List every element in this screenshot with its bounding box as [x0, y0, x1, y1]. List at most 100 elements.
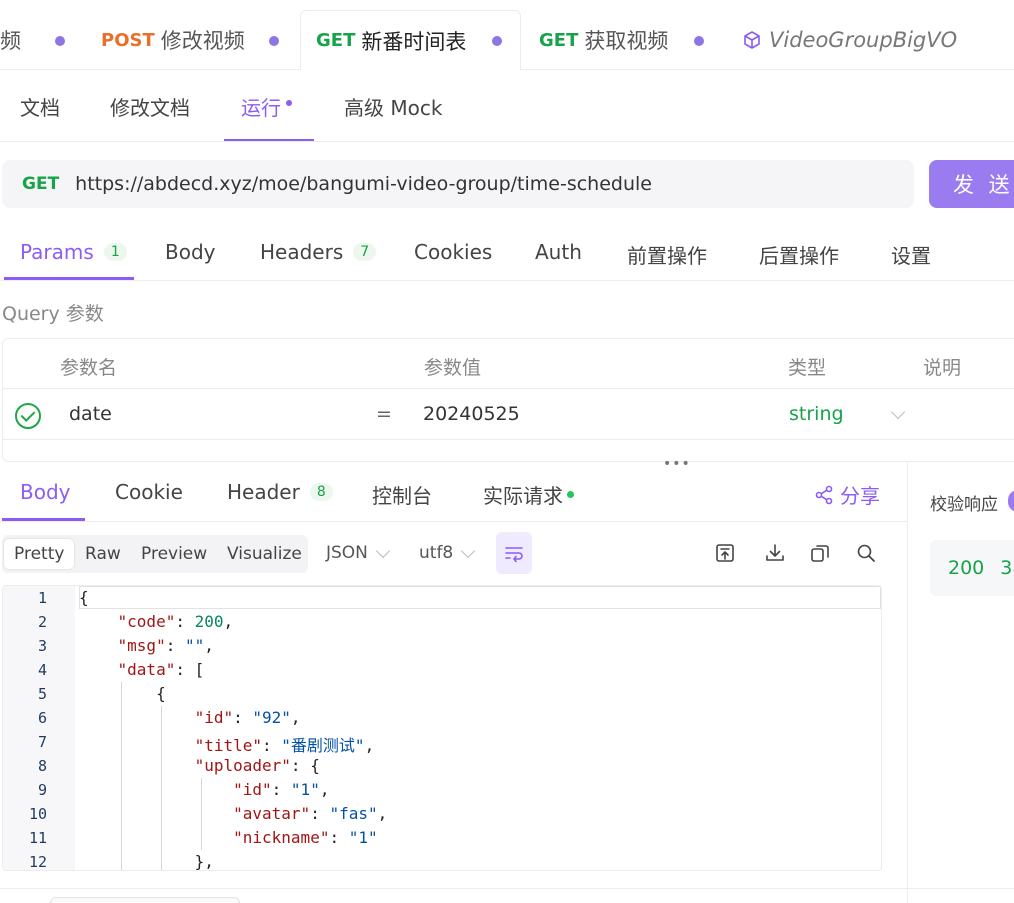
line-number: 5 — [37, 685, 47, 703]
tab-label: 新番时间表 — [361, 29, 467, 54]
tab-post-modify-video[interactable]: POST 修改视频 — [101, 10, 245, 70]
response-tab-actual-request-label: 实际请求 — [483, 484, 563, 508]
panel-resize-handle[interactable]: ••• — [663, 456, 691, 472]
tab-label: 获取视频 — [584, 29, 669, 53]
view-mode-preview[interactable]: Preview — [141, 539, 207, 569]
modified-dot-icon — [286, 99, 292, 106]
tab-auth[interactable]: Auth — [535, 240, 582, 264]
encoding-select[interactable]: utf8 — [419, 543, 476, 563]
code-line: "id": "1", — [233, 780, 330, 799]
chevron-down-icon — [375, 543, 390, 558]
status-dot-icon — [567, 491, 574, 498]
response-tab-header-label: Header — [227, 480, 300, 504]
view-mode-visualize[interactable]: Visualize — [227, 539, 302, 569]
tab-get-time-schedule[interactable]: GET 新番时间表 — [300, 10, 521, 70]
subtab-edit-docs[interactable]: 修改文档 — [110, 92, 190, 121]
subtab-docs[interactable]: 文档 — [20, 92, 60, 121]
param-value-input[interactable]: 20240525 — [423, 403, 520, 425]
line-number: 7 — [37, 733, 47, 751]
code-line: "avatar": "fas", — [233, 804, 388, 823]
response-tab-console[interactable]: 控制台 — [372, 480, 432, 509]
code-line: { — [79, 684, 166, 703]
code-line: }, — [79, 852, 214, 871]
tab-label: VideoGroupBigVO — [769, 28, 958, 52]
row-divider — [3, 439, 1014, 440]
line-number: 4 — [37, 661, 47, 679]
search-icon[interactable] — [855, 542, 877, 564]
tab-get-video[interactable]: GET 获取视频 — [539, 10, 668, 70]
url-input[interactable]: GET https://abdecd.xyz/moe/bangumi-video… — [2, 160, 914, 208]
chevron-down-icon — [890, 404, 906, 420]
method-badge: POST — [101, 29, 155, 51]
request-tab-bar: 频 POST 修改视频 GET 新番时间表 GET 获取视频 VideoGrou… — [0, 0, 1014, 70]
tab-body[interactable]: Body — [165, 240, 216, 264]
table-header: 参数名 参数值 类型 说明 — [3, 339, 1014, 389]
share-label: 分享 — [840, 484, 880, 508]
line-number: 9 — [37, 781, 47, 799]
response-body-viewer[interactable]: 1 2 3 4 5 6 7 8 9 10 11 12 { "code": 200… — [2, 585, 882, 871]
word-wrap-button[interactable] — [496, 532, 532, 574]
tab-video-partial[interactable]: 频 — [0, 10, 21, 70]
line-number: 1 — [37, 589, 47, 607]
open-in-new-icon[interactable] — [714, 542, 736, 564]
header-count-badge: 8 — [309, 483, 333, 501]
code-line: "msg": "", — [117, 636, 214, 655]
tab-label: 修改视频 — [160, 29, 245, 53]
view-mode-raw[interactable]: Raw — [85, 539, 121, 569]
download-icon[interactable] — [764, 542, 786, 564]
tab-headers[interactable]: Headers 7 — [260, 240, 377, 264]
divider — [0, 888, 1014, 889]
column-header-value: 参数值 — [424, 357, 482, 379]
tab-params-label: Params — [20, 240, 94, 264]
send-button[interactable]: 发 送 — [929, 160, 1014, 208]
tab-headers-label: Headers — [260, 240, 344, 264]
bottom-tab-partial[interactable] — [50, 897, 240, 903]
unsaved-dot-icon — [492, 36, 502, 46]
response-tab-header[interactable]: Header 8 — [227, 480, 333, 504]
current-line-highlight — [79, 586, 881, 609]
verify-response-label: 校验响应 — [930, 495, 998, 515]
encoding-value: utf8 — [419, 543, 454, 563]
format-select[interactable]: JSON — [326, 543, 390, 563]
view-mode-pretty[interactable]: Pretty — [4, 539, 75, 569]
response-tab-body[interactable]: Body — [20, 480, 71, 504]
tab-cookies[interactable]: Cookies — [414, 240, 492, 264]
tab-schema-videogroupbigvo[interactable]: VideoGroupBigVO — [742, 10, 957, 70]
subtab-run[interactable]: 运行 — [241, 92, 292, 121]
panel-divider — [907, 462, 908, 903]
line-number-gutter: 1 2 3 4 5 6 7 8 9 10 11 12 — [3, 586, 75, 870]
column-header-description: 说明 — [923, 357, 962, 379]
share-icon — [815, 485, 833, 504]
code-line: "nickname": "1" — [233, 828, 378, 847]
column-header-name: 参数名 — [60, 357, 118, 379]
query-params-label: Query 参数 — [2, 303, 104, 325]
subtab-run-label: 运行 — [241, 96, 281, 120]
method-badge: GET — [316, 30, 356, 51]
line-number: 11 — [28, 829, 47, 847]
tab-post-script[interactable]: 后置操作 — [759, 240, 839, 269]
url-text[interactable]: https://abdecd.xyz/moe/bangumi-video-gro… — [75, 173, 652, 195]
code-line: "title": "番剧测试", — [194, 736, 375, 755]
tab-settings[interactable]: 设置 — [891, 240, 931, 269]
chevron-down-icon — [461, 543, 476, 558]
subtab-advanced-mock[interactable]: 高级 Mock — [344, 92, 442, 121]
copy-icon[interactable] — [809, 542, 831, 564]
method-select[interactable]: GET — [22, 174, 59, 194]
status-extra: 38 — [1000, 557, 1014, 579]
response-tab-actual-request[interactable]: 实际请求 — [483, 480, 574, 509]
line-number: 10 — [28, 805, 47, 823]
tab-params[interactable]: Params 1 — [20, 240, 127, 264]
response-tab-cookie[interactable]: Cookie — [115, 480, 183, 504]
verify-toggle[interactable] — [1008, 490, 1014, 512]
param-name-input[interactable]: date — [69, 403, 112, 425]
code-line: "data": [ — [117, 660, 205, 679]
line-number: 12 — [28, 853, 47, 871]
wrap-icon — [505, 547, 523, 563]
enabled-checkbox[interactable] — [15, 403, 41, 429]
param-type-select[interactable]: string — [789, 403, 844, 425]
column-header-type: 类型 — [788, 357, 827, 379]
line-number: 3 — [37, 637, 47, 655]
tab-pre-script[interactable]: 前置操作 — [627, 240, 707, 269]
params-count-badge: 1 — [103, 243, 127, 261]
share-button[interactable]: 分享 — [814, 480, 880, 509]
